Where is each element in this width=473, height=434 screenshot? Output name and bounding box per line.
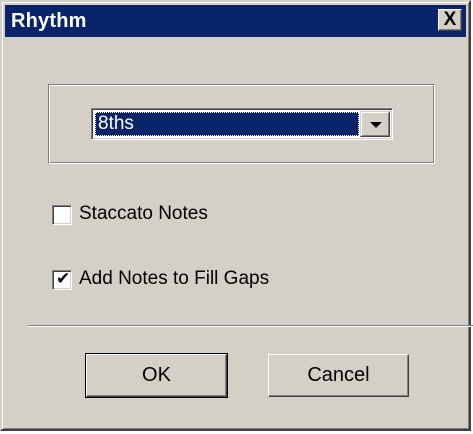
rhythm-dialog: Rhythm X 8ths Staccato Notes ✔ Add Notes… (0, 0, 473, 431)
rhythm-dropdown[interactable]: 8ths (91, 108, 393, 140)
ok-button[interactable]: OK (85, 353, 228, 398)
rhythm-dropdown-value[interactable]: 8ths (95, 112, 359, 136)
chevron-down-icon[interactable] (360, 111, 390, 137)
close-icon: X (443, 9, 457, 30)
cancel-button[interactable]: Cancel (268, 354, 409, 397)
staccato-notes-checkbox[interactable] (52, 205, 72, 225)
checkmark-icon: ✔ (56, 269, 71, 288)
staccato-notes-label[interactable]: Staccato Notes (79, 203, 208, 225)
fill-gaps-checkbox[interactable]: ✔ (52, 269, 72, 290)
fill-gaps-label[interactable]: Add Notes to Fill Gaps (79, 268, 269, 290)
title-bar[interactable]: Rhythm X (5, 5, 466, 37)
separator (28, 325, 473, 327)
close-button[interactable]: X (438, 9, 462, 31)
window-title: Rhythm (11, 10, 87, 32)
rhythm-group: 8ths (48, 84, 435, 164)
